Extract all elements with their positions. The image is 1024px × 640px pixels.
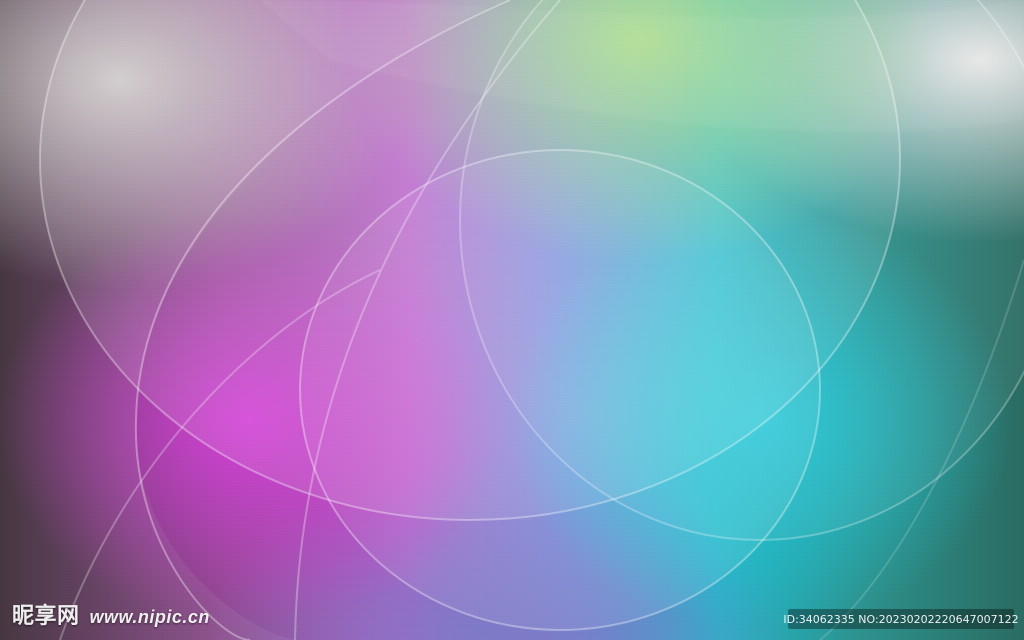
abstract-curves-overlay — [0, 0, 1024, 640]
id-badge: ID:34062335 NO:20230202220647007122 — [783, 609, 1019, 629]
wallpaper-background: 昵享网 www.nipic.cn ID:34062335 NO:20230202… — [0, 0, 1024, 640]
site-name-text: 昵享网 — [12, 604, 80, 629]
site-url-text: www.nipic.cn — [89, 607, 210, 627]
site-watermark: 昵享网 www.nipic.cn — [12, 598, 210, 630]
id-badge-text: ID:34062335 NO:20230202220647007122 — [783, 612, 1019, 626]
